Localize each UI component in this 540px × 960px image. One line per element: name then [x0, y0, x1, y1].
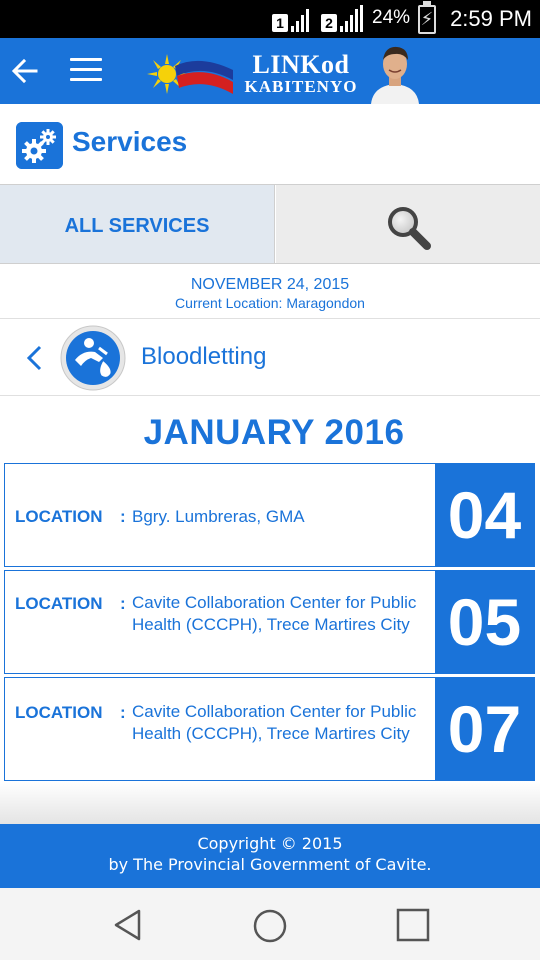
battery-icon: ⚡ [418, 1, 436, 34]
svg-text:2: 2 [325, 15, 333, 31]
footer: Copyright © 2015 by The Provincial Gover… [0, 824, 540, 888]
svg-text:1: 1 [276, 15, 284, 31]
location-colon: : [120, 703, 126, 722]
schedule-day: 05 [435, 571, 534, 673]
system-nav-bar [0, 888, 540, 960]
nav-back-icon[interactable] [112, 908, 144, 942]
location-address: Cavite Collaboration Center for Public H… [132, 593, 417, 634]
sun-flag-logo [147, 54, 233, 94]
sim2-signal-icon: 2 [321, 5, 363, 32]
location-address: Bgry. Lumbreras, GMA [132, 507, 305, 526]
battery-percent: 24% [372, 7, 411, 28]
gears-icon [16, 122, 63, 169]
schedule-card[interactable]: LOCATION : Cavite Collaboration Center f… [4, 677, 535, 781]
sim1-signal-icon: 1 [272, 9, 309, 32]
location-label: LOCATION [15, 594, 103, 613]
copyright-line: Copyright © 2015 [197, 834, 343, 853]
copyright-owner: by The Provincial Government of Cavite. [108, 855, 432, 874]
menu-icon[interactable] [70, 58, 102, 84]
governor-portrait [371, 46, 419, 104]
app-bar: LINKod KABITENYO [0, 38, 540, 104]
category-header: Bloodletting [0, 319, 540, 396]
current-date: NOVEMBER 24, 2015 [190, 276, 350, 293]
bloodletting-icon [60, 325, 126, 391]
services-header: Services [0, 104, 540, 184]
clock: 2:59 PM [450, 6, 532, 31]
page-title: Services [72, 126, 188, 157]
scroll-shadow [0, 782, 540, 824]
schedule-month: JANUARY 2016 [143, 413, 405, 452]
tab-all-services[interactable]: ALL SERVICES [0, 185, 275, 263]
tab-search[interactable] [276, 185, 540, 263]
category-name: Bloodletting [141, 343, 267, 370]
location-label: LOCATION [15, 703, 103, 722]
location-colon: : [120, 507, 126, 526]
status-bar: 1 2 24% ⚡ 2:59 PM [0, 0, 540, 38]
location-label: LOCATION [15, 507, 103, 526]
location-address: Cavite Collaboration Center for Public H… [132, 702, 417, 743]
nav-recents-icon[interactable] [396, 908, 430, 942]
date-location-info: NOVEMBER 24, 2015 Current Location: Mara… [0, 264, 540, 319]
search-icon [388, 207, 431, 250]
chevron-left-icon[interactable] [24, 344, 44, 372]
current-location: Current Location: Maragondon [175, 295, 365, 311]
app-logo: LINKod KABITENYO [145, 42, 425, 104]
tab-bar: ALL SERVICES [0, 184, 540, 264]
schedule-card[interactable]: LOCATION : Bgry. Lumbreras, GMA 04 [4, 463, 535, 567]
nav-home-icon[interactable] [252, 908, 288, 944]
schedule-card[interactable]: LOCATION : Cavite Collaboration Center f… [4, 570, 535, 674]
logo-text: LINKod KABITENYO [244, 50, 358, 96]
location-colon: : [120, 594, 126, 613]
schedule-day: 07 [435, 678, 534, 780]
back-arrow-icon[interactable] [10, 56, 40, 86]
schedule-day: 04 [435, 464, 534, 566]
tab-all-services-label: ALL SERVICES [64, 215, 210, 237]
